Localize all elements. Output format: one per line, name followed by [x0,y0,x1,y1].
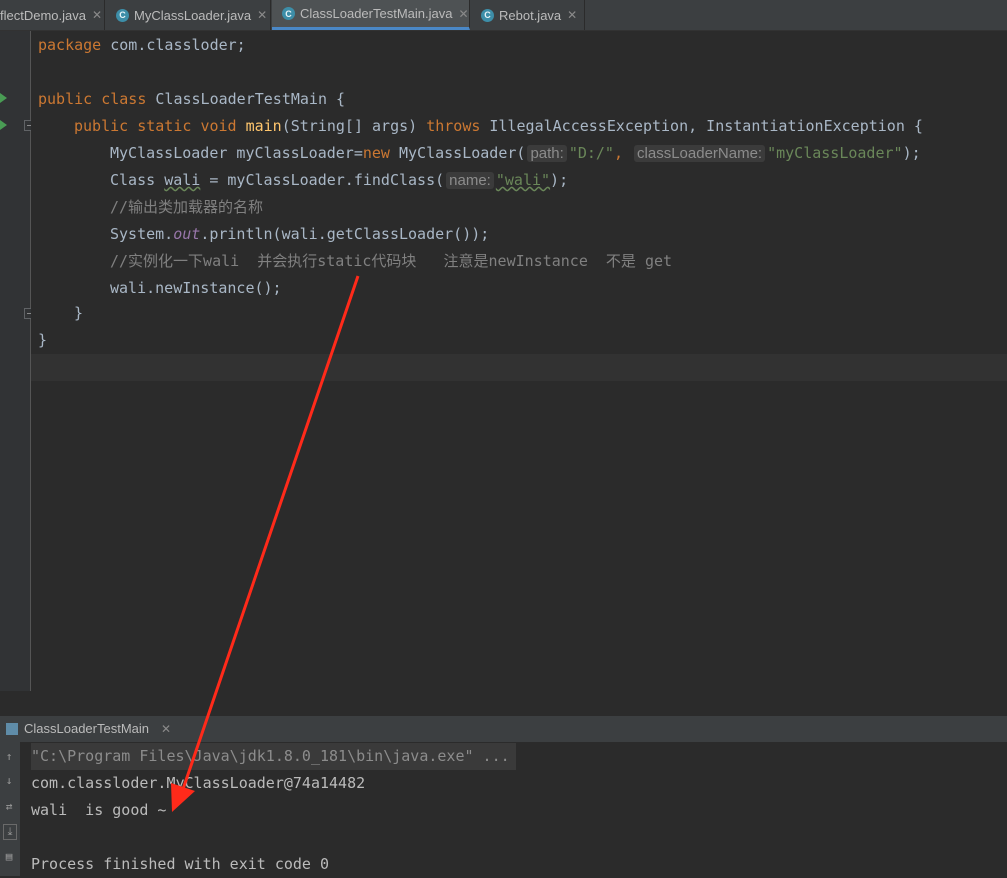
arrow-shaft [180,275,360,793]
annotation-arrow [171,275,360,812]
arrow-head [171,783,195,812]
